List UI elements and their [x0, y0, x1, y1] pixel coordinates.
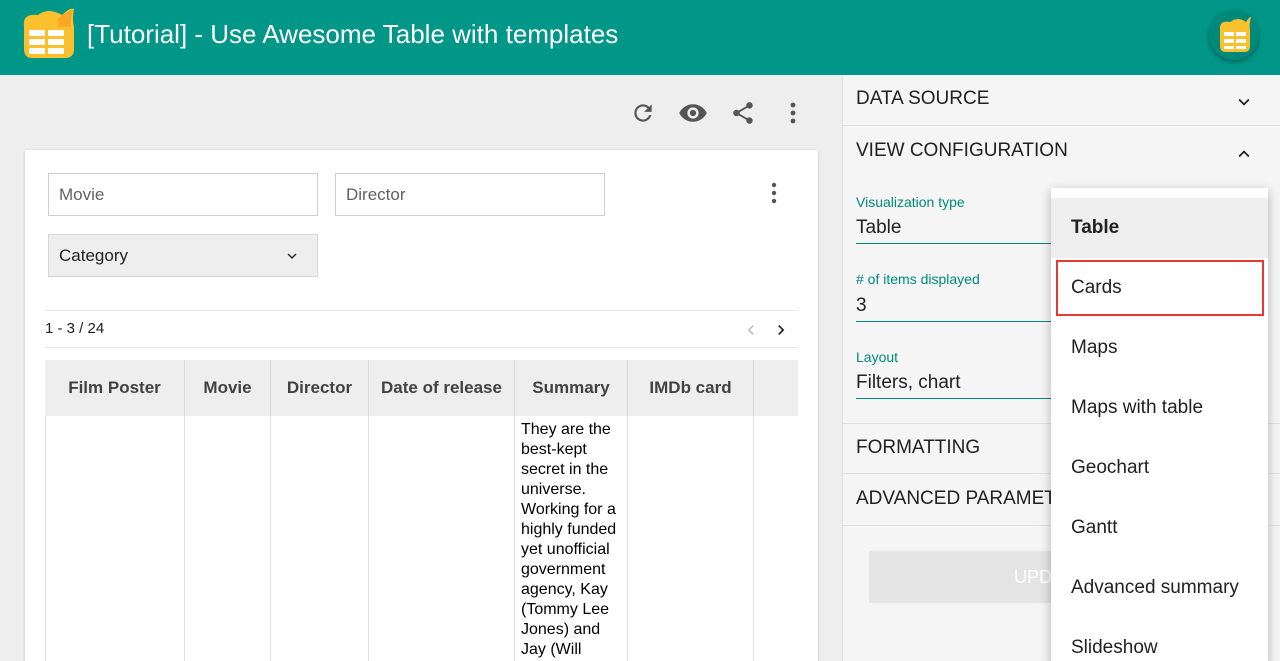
items-displayed-label: # of items displayed — [856, 271, 980, 287]
row-divider — [368, 416, 369, 661]
visualization-type-label: Visualization type — [856, 194, 965, 210]
row-divider — [627, 416, 628, 661]
visualization-type-select[interactable]: Table — [856, 217, 901, 239]
chevron-left-icon[interactable] — [741, 320, 761, 340]
pagination-bar: 1 - 3 / 24 — [45, 310, 798, 348]
section-view-configuration[interactable]: VIEW CONFIGURATION — [843, 127, 1280, 178]
page-title: [Tutorial] - Use Awesome Table with temp… — [87, 19, 619, 49]
items-displayed-input[interactable]: 3 — [856, 295, 867, 317]
director-filter-input[interactable] — [335, 173, 605, 216]
column-header-film-poster[interactable]: Film Poster — [45, 360, 184, 416]
section-label: DATA SOURCE — [856, 88, 990, 109]
row-divider — [45, 416, 46, 661]
refresh-button[interactable] — [626, 96, 660, 130]
dropdown-option-table[interactable]: Table — [1051, 198, 1268, 258]
column-header-director[interactable]: Director — [271, 360, 368, 416]
card-more-button[interactable] — [763, 178, 785, 208]
section-data-source[interactable]: DATA SOURCE — [843, 75, 1280, 126]
dropdown-option-advanced-summary[interactable]: Advanced summary — [1051, 558, 1268, 618]
row-divider — [514, 416, 515, 661]
awesome-table-logo-icon[interactable] — [18, 5, 78, 60]
column-header-summary[interactable]: Summary — [515, 360, 627, 416]
chevron-up-icon — [1238, 150, 1250, 158]
awesome-table-avatar-icon — [1219, 16, 1251, 52]
chevron-down-icon — [287, 253, 297, 259]
result-count: 1 - 3 / 24 — [45, 320, 105, 337]
more-options-button[interactable] — [776, 96, 810, 130]
field-underline — [856, 243, 1066, 244]
app-header: [Tutorial] - Use Awesome Table with temp… — [0, 0, 1280, 75]
movie-filter-input[interactable] — [48, 173, 318, 216]
row-divider — [753, 416, 754, 661]
dropdown-option-maps[interactable]: Maps — [1051, 318, 1268, 378]
section-label: FORMATTING — [856, 437, 981, 458]
refresh-icon — [634, 104, 652, 122]
chevron-right-icon[interactable] — [771, 320, 791, 340]
column-header-date-of-release[interactable]: Date of release — [369, 360, 514, 416]
row-divider — [270, 416, 271, 661]
category-filter-label: Category — [59, 245, 128, 265]
dropdown-option-geochart[interactable]: Geochart — [1051, 438, 1268, 498]
section-label: ADVANCED PARAMET — [856, 488, 1056, 509]
column-header-imdb-card[interactable]: IMDb card — [628, 360, 753, 416]
table-header: Film Poster Movie Director Date of relea… — [45, 360, 798, 416]
dropdown-option-maps-with-table[interactable]: Maps with table — [1051, 378, 1268, 438]
preview-button[interactable] — [676, 96, 710, 130]
account-avatar[interactable] — [1209, 10, 1259, 60]
layout-label: Layout — [856, 349, 899, 365]
layout-select[interactable]: Filters, chart — [856, 372, 961, 394]
category-filter-select[interactable]: Category — [48, 234, 318, 277]
share-button[interactable] — [726, 96, 760, 130]
more-vert-icon — [771, 182, 777, 204]
row-divider — [184, 416, 185, 661]
chevron-down-icon — [1238, 98, 1250, 106]
field-underline — [856, 321, 1066, 322]
section-label: VIEW CONFIGURATION — [856, 140, 1068, 161]
table-preview-card: Category 1 - 3 / 24 Film Poster Movie Di… — [25, 150, 818, 661]
dropdown-option-slideshow[interactable]: Slideshow — [1051, 618, 1268, 661]
more-vert-icon — [790, 102, 796, 124]
field-underline — [856, 398, 1066, 399]
summary-cell: They are the best-kept secret in the uni… — [521, 421, 617, 658]
dropdown-option-gantt[interactable]: Gantt — [1051, 498, 1268, 558]
share-icon — [733, 102, 753, 124]
cards-highlight-annotation — [1056, 260, 1264, 316]
eye-icon — [679, 104, 707, 122]
column-header-movie[interactable]: Movie — [185, 360, 270, 416]
column-divider — [753, 360, 754, 416]
visualization-type-dropdown: Table Cards Maps Maps with table Geochar… — [1051, 188, 1268, 661]
